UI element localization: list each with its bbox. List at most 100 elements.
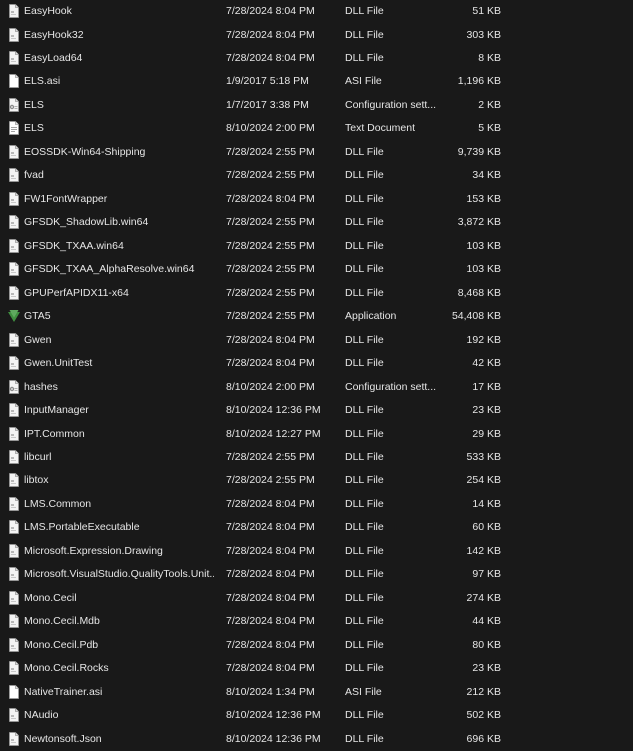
file-size: 44 KB: [472, 615, 501, 628]
file-row[interactable]: Gwen 7/28/2024 8:04 PM DLL File 192 KB: [0, 329, 633, 352]
file-row[interactable]: IPT.Common 8/10/2024 12:27 PM DLL File 29 K…: [0, 423, 633, 446]
file-date-modified: 7/28/2024 2:55 PM: [226, 169, 315, 182]
file-size: 8,468 KB: [457, 286, 501, 299]
file-name: libcurl: [24, 450, 52, 463]
file-size: 23 KB: [472, 662, 501, 675]
file-date-modified: 8/10/2024 12:27 PM: [226, 427, 321, 440]
file-row[interactable]: GPUPerfAPIDX11-x64 7/28/2024 2:55 PM DLL F…: [0, 282, 633, 305]
file-row[interactable]: Mono.Cecil 7/28/2024 8:04 PM DLL File 274 K…: [0, 587, 633, 610]
file-row[interactable]: ELS 8/10/2024 2:00 PM Text Document 5 KB: [0, 117, 633, 140]
file-row[interactable]: libtox 7/28/2024 2:55 PM DLL File 254 KB: [0, 469, 633, 492]
file-type: DLL File: [345, 638, 384, 651]
file-row[interactable]: ELS 1/7/2017 3:38 PM Configuration sett...…: [0, 94, 633, 117]
file-row[interactable]: EOSSDK-Win64-Shipping 7/28/2024 2:55 PM DL…: [0, 141, 633, 164]
file-row[interactable]: Newtonsoft.Json 8/10/2024 12:36 PM DLL Fil…: [0, 728, 633, 751]
file-date-modified: 7/28/2024 2:55 PM: [226, 145, 315, 158]
file-size: 153 KB: [466, 192, 501, 205]
file-type: DLL File: [345, 709, 384, 722]
file-row[interactable]: fvad 7/28/2024 2:55 PM DLL File 34 KB: [0, 164, 633, 187]
file-size: 2 KB: [478, 98, 501, 111]
file-row[interactable]: Gwen.UnitTest 7/28/2024 8:04 PM DLL File 42…: [0, 352, 633, 375]
file-type: Application: [345, 310, 397, 323]
file-date-modified: 8/10/2024 12:36 PM: [226, 404, 321, 416]
file-size: 1,196 KB: [457, 75, 501, 88]
file-name: Mono.Cecil.Mdb: [24, 615, 100, 628]
file-row[interactable]: LMS.PortableExecutable 7/28/2024 8:04 PM D…: [0, 516, 633, 539]
file-row[interactable]: LMS.Common 7/28/2024 8:04 PM DLL File 14 KB: [0, 493, 633, 516]
file-date-modified: 7/28/2024 8:04 PM: [226, 615, 315, 628]
file-row[interactable]: EasyHook32 7/28/2024 8:04 PM DLL File 303 K…: [0, 24, 633, 47]
file-date-modified: 7/28/2024 8:04 PM: [226, 333, 315, 346]
file-row[interactable]: ELS.asi 1/9/2017 5:18 PM ASI File 1,196 KB: [0, 70, 633, 93]
file-row[interactable]: GFSDK_ShadowLib.win64 7/28/2024 2:55 PM DL…: [0, 211, 633, 234]
file-date-modified: 7/28/2024 2:55 PM: [226, 450, 315, 463]
file-row[interactable]: hashes 8/10/2024 2:00 PM Configuration set…: [0, 376, 633, 399]
dll-file-icon: [9, 356, 19, 370]
dll-file-icon: [9, 262, 19, 277]
dll-file-icon: [9, 4, 19, 18]
file-type: DLL File: [345, 263, 384, 276]
file-type: DLL File: [345, 239, 384, 252]
file-row[interactable]: EasyHook 7/28/2024 8:04 PM DLL File 51 KB: [0, 0, 633, 23]
file-name: Mono.Cecil: [24, 591, 77, 604]
file-type: DLL File: [345, 615, 384, 628]
file-date-modified: 7/28/2024 8:04 PM: [226, 591, 315, 604]
dll-file-icon: [9, 332, 19, 347]
file-size: 17 KB: [472, 380, 501, 393]
file-size: 103 KB: [466, 239, 501, 252]
file-size: 274 KB: [466, 591, 501, 604]
file-row[interactable]: libcurl 7/28/2024 2:55 PM DLL File 533 KB: [0, 446, 633, 469]
file-type: Configuration sett...: [345, 380, 437, 393]
file-date-modified: 1/9/2017 5:18 PM: [226, 75, 309, 88]
file-date-modified: 7/28/2024 2:55 PM: [226, 286, 315, 299]
file-size: 3,872 KB: [457, 216, 501, 229]
file-date-modified: 7/28/2024 8:04 PM: [226, 568, 315, 581]
file-name: Microsoft.VisualStudio.QualityTools.Unit…: [24, 568, 214, 581]
file-row[interactable]: GFSDK_TXAA.win64 7/28/2024 2:55 PM DLL Fil…: [0, 235, 633, 258]
file-date-modified: 7/28/2024 8:04 PM: [226, 192, 315, 205]
file-row[interactable]: Mono.Cecil.Rocks 7/28/2024 8:04 PM DLL Fil…: [0, 657, 633, 680]
file-size: 8 KB: [478, 51, 501, 64]
file-name: GPUPerfAPIDX11-x64: [24, 286, 129, 299]
file-row[interactable]: NAudio 8/10/2024 12:36 PM DLL File 502 KB: [0, 704, 633, 727]
file-row[interactable]: Microsoft.VisualStudio.QualityTools.Unit…: [0, 563, 633, 586]
file-size: 9,739 KB: [457, 145, 501, 158]
file-row[interactable]: Mono.Cecil.Mdb 7/28/2024 8:04 PM DLL File 4…: [0, 610, 633, 633]
file-date-modified: 8/10/2024 2:00 PM: [226, 380, 315, 393]
dll-file-icon: [9, 590, 19, 605]
file-row[interactable]: NativeTrainer.asi 8/10/2024 1:34 PM ASI Fi…: [0, 681, 633, 704]
file-name: LMS.Common: [24, 497, 92, 510]
dll-file-icon: [9, 50, 19, 65]
dll-file-icon: [9, 661, 19, 676]
file-type: DLL File: [345, 662, 384, 675]
file-row[interactable]: Mono.Cecil.Pdb 7/28/2024 8:04 PM DLL File 8…: [0, 634, 633, 657]
file-row[interactable]: Microsoft.Expression.Drawing 7/28/2024 8:…: [0, 540, 633, 563]
file-row[interactable]: FW1FontWrapper 7/28/2024 8:04 PM DLL File 1…: [0, 188, 633, 211]
file-name: GFSDK_TXAA_AlphaResolve.win64: [24, 263, 195, 276]
config-file-icon: [9, 97, 19, 112]
file-type: DLL File: [345, 357, 384, 369]
dll-file-icon: [9, 449, 19, 464]
gta5-app-icon: [8, 309, 20, 323]
file-size: 254 KB: [466, 474, 501, 487]
file-row[interactable]: GTA5 7/28/2024 2:55 PM Application 54,408 K…: [0, 305, 633, 328]
file-row[interactable]: InputManager 8/10/2024 12:36 PM DLL File 23…: [0, 399, 633, 422]
file-date-modified: 7/28/2024 8:04 PM: [226, 521, 315, 534]
file-row[interactable]: GFSDK_TXAA_AlphaResolve.win64 7/28/2024 2…: [0, 258, 633, 281]
file-type: DLL File: [345, 427, 384, 440]
file-date-modified: 7/28/2024 8:04 PM: [226, 28, 315, 41]
file-name: FW1FontWrapper: [24, 192, 108, 205]
file-size: 51 KB: [472, 5, 501, 17]
file-date-modified: 1/7/2017 3:38 PM: [226, 98, 309, 111]
file-size: 29 KB: [472, 427, 501, 440]
file-date-modified: 7/28/2024 8:04 PM: [226, 544, 315, 557]
dll-file-icon: [9, 238, 19, 253]
file-name: libtox: [24, 474, 49, 487]
file-row[interactable]: EasyLoad64 7/28/2024 8:04 PM DLL File 8 KB: [0, 47, 633, 70]
dll-file-icon: [9, 520, 19, 535]
file-date-modified: 7/28/2024 8:04 PM: [226, 51, 315, 64]
file-name: Gwen.UnitTest: [24, 357, 93, 369]
file-size: 14 KB: [472, 497, 501, 510]
dll-file-icon: [9, 637, 19, 652]
file-type: DLL File: [345, 28, 384, 41]
